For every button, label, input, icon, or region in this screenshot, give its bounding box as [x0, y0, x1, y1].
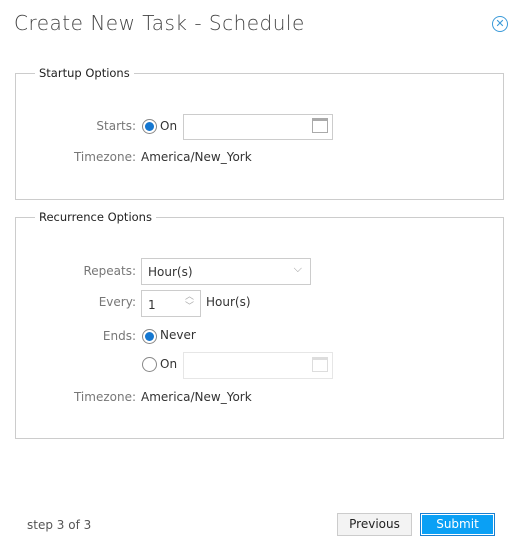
every-value: 1	[148, 298, 156, 312]
timezone-value: America/New_York	[141, 390, 252, 404]
submit-button[interactable]: Submit	[420, 513, 495, 536]
timezone-label: Timezone:	[73, 390, 136, 404]
startup-options-legend: Startup Options	[35, 66, 134, 80]
close-icon[interactable]: ✕	[492, 16, 508, 32]
previous-button[interactable]: Previous	[337, 513, 412, 536]
dialog-title: Create New Task - Schedule	[14, 11, 305, 35]
stepper-arrows-icon[interactable]: ︿ ﹀	[185, 292, 194, 312]
recurrence-options-legend: Recurrence Options	[35, 210, 156, 224]
ends-never-radio[interactable]	[142, 329, 157, 344]
repeats-value: Hour(s)	[148, 265, 193, 279]
calendar-icon[interactable]	[312, 118, 328, 133]
timezone-value: America/New_York	[141, 150, 252, 164]
starts-on-label: On	[160, 119, 178, 133]
starts-date-input[interactable]	[183, 114, 333, 140]
repeats-select[interactable]: Hour(s) ⌵	[141, 258, 311, 285]
every-label: Every:	[98, 295, 136, 309]
ends-label: Ends:	[102, 329, 136, 343]
step-indicator: step 3 of 3	[27, 518, 92, 532]
starts-label: Starts:	[96, 119, 136, 133]
ends-never-label: Never	[160, 328, 196, 342]
ends-on-label: On	[160, 357, 178, 371]
every-unit: Hour(s)	[206, 295, 251, 309]
timezone-label: Timezone:	[73, 150, 136, 164]
repeats-label: Repeats:	[83, 264, 136, 278]
starts-on-radio[interactable]	[142, 119, 157, 134]
recurrence-options-fieldset	[15, 217, 504, 439]
chevron-down-icon: ⌵	[293, 262, 302, 275]
ends-on-radio[interactable]	[142, 357, 157, 372]
every-stepper[interactable]: 1 ︿ ﹀	[141, 290, 201, 317]
ends-date-input[interactable]	[183, 352, 333, 379]
calendar-icon[interactable]	[312, 357, 328, 372]
